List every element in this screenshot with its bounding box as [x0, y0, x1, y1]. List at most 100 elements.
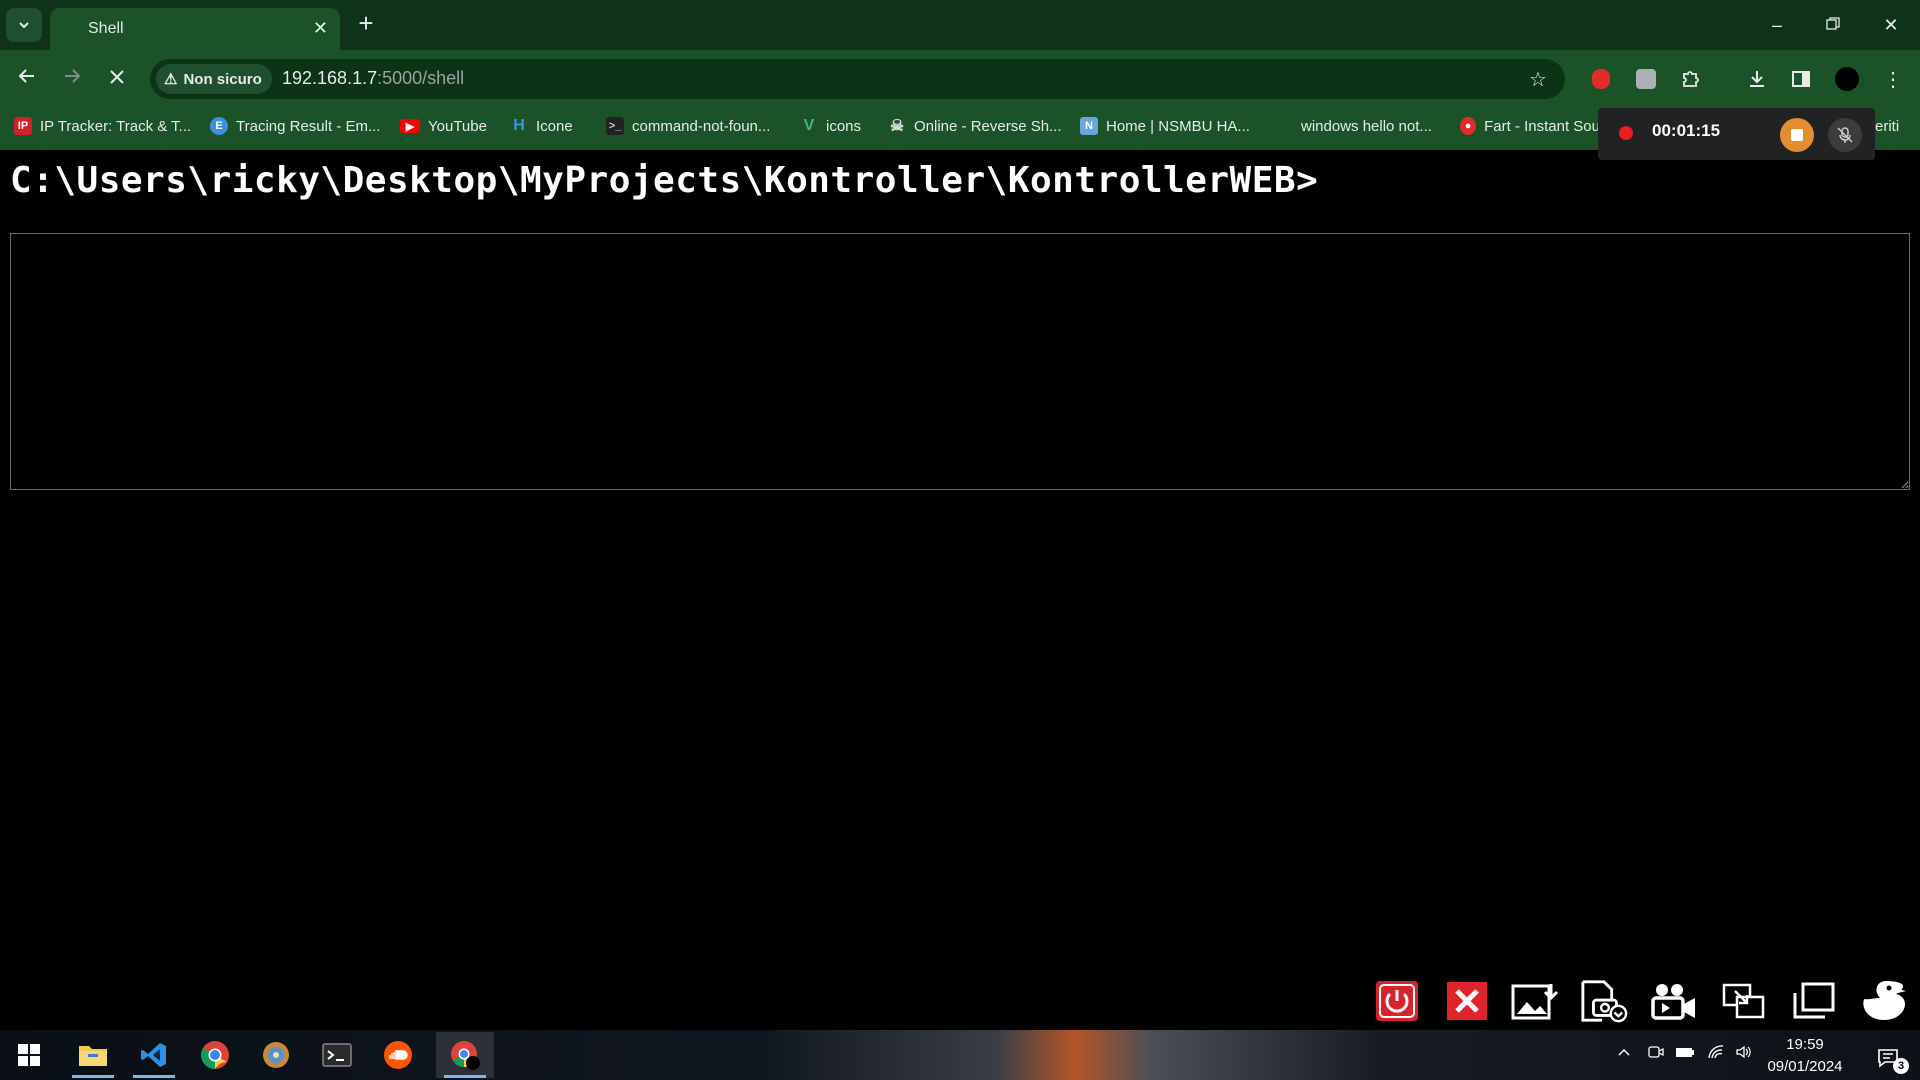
back-arrow-icon	[18, 69, 34, 83]
bookmark-item[interactable]: windows hello not...	[1274, 114, 1432, 138]
bookmark-item[interactable]: ☠ Online - Reverse Sh...	[888, 114, 1062, 138]
windows-overlap-icon	[1793, 982, 1835, 1019]
bookmark-star-icon[interactable]: ☆	[1523, 64, 1553, 94]
stop-recording-button[interactable]	[1780, 118, 1814, 152]
minimize-button[interactable]: –	[1762, 10, 1792, 40]
taskbar-vscode[interactable]	[125, 1032, 183, 1078]
panel-icon	[1792, 71, 1810, 87]
stop-square-icon	[1791, 129, 1803, 141]
shell-command-input[interactable]	[10, 233, 1910, 490]
bookmark-item[interactable]: eriti	[1875, 114, 1899, 138]
window-close-button[interactable]: ✕	[1876, 10, 1906, 40]
menu-kebab-icon[interactable]: ⋮	[1878, 64, 1908, 94]
close-button[interactable]	[1443, 978, 1491, 1024]
youtube-icon: ▶	[400, 119, 420, 133]
bookmark-item[interactable]: N Home | NSMBU HA...	[1080, 114, 1250, 138]
side-panel-icon[interactable]	[1786, 64, 1816, 94]
taskbar-terminal[interactable]	[308, 1032, 366, 1078]
security-chip[interactable]: ⚠ Non sicuro	[156, 64, 272, 94]
camera-button[interactable]	[1580, 978, 1628, 1024]
recording-time: 00:01:15	[1652, 121, 1721, 140]
vscode-icon	[141, 1043, 166, 1067]
taskbar-soundcloud[interactable]	[369, 1032, 427, 1078]
taskbar-clock[interactable]: 19:59 09/01/2024	[1760, 1034, 1850, 1078]
power-button[interactable]	[1373, 978, 1421, 1024]
mic-off-icon	[1837, 127, 1853, 143]
bookmark-item[interactable]: >_ command-not-foun...	[606, 114, 770, 138]
bookmark-item[interactable]: ● Fart - Instant Sou	[1460, 114, 1600, 138]
terminal-icon: >_	[606, 117, 624, 135]
image-download-icon	[1511, 984, 1559, 1020]
battery-icon[interactable]	[1675, 1044, 1695, 1065]
stop-x-icon	[110, 70, 124, 84]
url-text[interactable]: 192.168.1.7:5000/shell	[282, 68, 464, 89]
tab-title: Shell	[88, 20, 124, 37]
video-camera-icon	[1651, 984, 1695, 1020]
back-button[interactable]	[12, 64, 42, 94]
taskbar-chrome-profile[interactable]	[436, 1032, 494, 1078]
download-icon[interactable]	[1742, 64, 1772, 94]
forward-arrow-icon	[65, 69, 81, 83]
windows-start-icon	[18, 1044, 40, 1066]
extensions-icon[interactable]	[1676, 64, 1706, 94]
bookmark-item[interactable]: IP IP Tracker: Track & T...	[14, 114, 191, 138]
icone-icon: H	[513, 117, 525, 134]
puzzle-extension-icon[interactable]	[1631, 64, 1661, 94]
bookmark-label: YouTube	[428, 117, 487, 135]
mute-mic-button[interactable]	[1828, 118, 1862, 152]
bookmark-label: Icone	[536, 117, 573, 135]
notification-count-badge: 3	[1893, 1058, 1909, 1074]
recording-dot-icon	[1619, 126, 1633, 140]
vuetify-icon: V	[803, 117, 815, 134]
screen-share-icon	[1722, 983, 1765, 1019]
new-tab-button[interactable]: +	[352, 10, 380, 38]
taskbar-app[interactable]	[247, 1032, 305, 1078]
screenshot-button[interactable]	[1511, 978, 1559, 1024]
stop-loading-button[interactable]	[102, 64, 132, 94]
clock-date: 09/01/2024	[1767, 1058, 1843, 1075]
nsmbu-icon: N	[1080, 117, 1098, 135]
camera-icon	[1581, 980, 1628, 1023]
close-icon	[1447, 982, 1487, 1020]
hand-extension-icon[interactable]	[1586, 64, 1616, 94]
chrome-profile-icon	[451, 1041, 480, 1070]
tracing-icon: E	[210, 117, 228, 135]
url-host: 192.168.1.7	[282, 68, 378, 88]
tab-close-icon[interactable]: ✕	[313, 18, 328, 39]
forward-button[interactable]	[57, 64, 87, 94]
screen-share-button[interactable]	[1720, 978, 1768, 1024]
shell-prompt: C:\Users\ricky\Desktop\MyProjects\Kontro…	[10, 160, 1319, 201]
profile-avatar[interactable]	[1832, 64, 1862, 94]
bookmark-item[interactable]: H Icone	[510, 114, 573, 138]
camera-tray-icon[interactable]	[1647, 1044, 1665, 1065]
taskbar-chrome[interactable]	[186, 1032, 244, 1078]
bookmark-label: icons	[826, 117, 862, 135]
duck-button[interactable]	[1860, 978, 1908, 1024]
video-button[interactable]	[1650, 978, 1698, 1024]
taskbar-file-explorer[interactable]	[64, 1032, 122, 1078]
volume-icon[interactable]	[1735, 1044, 1753, 1065]
bookmark-label: Home | NSMBU HA...	[1106, 117, 1250, 135]
restore-icon	[1826, 17, 1840, 30]
restore-button[interactable]	[1818, 10, 1848, 40]
bookmark-item[interactable]: E Tracing Result - Em...	[210, 114, 380, 138]
bookmark-label: command-not-foun...	[632, 117, 771, 135]
bookmark-label: Fart - Instant Sou	[1484, 117, 1600, 135]
bookmark-label: Tracing Result - Em...	[236, 117, 381, 135]
terminal-window-icon	[322, 1043, 352, 1067]
bookmark-label: IP Tracker: Track & T...	[40, 117, 192, 135]
chrome-icon	[201, 1041, 229, 1069]
soundcloud-icon	[384, 1041, 412, 1069]
wifi-icon[interactable]	[1707, 1044, 1725, 1065]
speaker-icon	[1736, 1045, 1751, 1059]
bookmark-item[interactable]: Vicons	[800, 114, 861, 138]
windows-icon	[1274, 117, 1293, 136]
bookmark-item[interactable]: ▶ YouTube	[400, 114, 487, 138]
show-hidden-icons-button[interactable]	[1616, 1044, 1632, 1065]
start-button[interactable]	[0, 1032, 58, 1078]
wifi-signal-icon	[1708, 1045, 1724, 1059]
tab-search-button[interactable]	[6, 8, 42, 42]
tab-shell[interactable]: Shell ✕	[50, 8, 340, 50]
windows-button[interactable]	[1790, 978, 1838, 1024]
bookmark-label: windows hello not...	[1301, 117, 1432, 135]
